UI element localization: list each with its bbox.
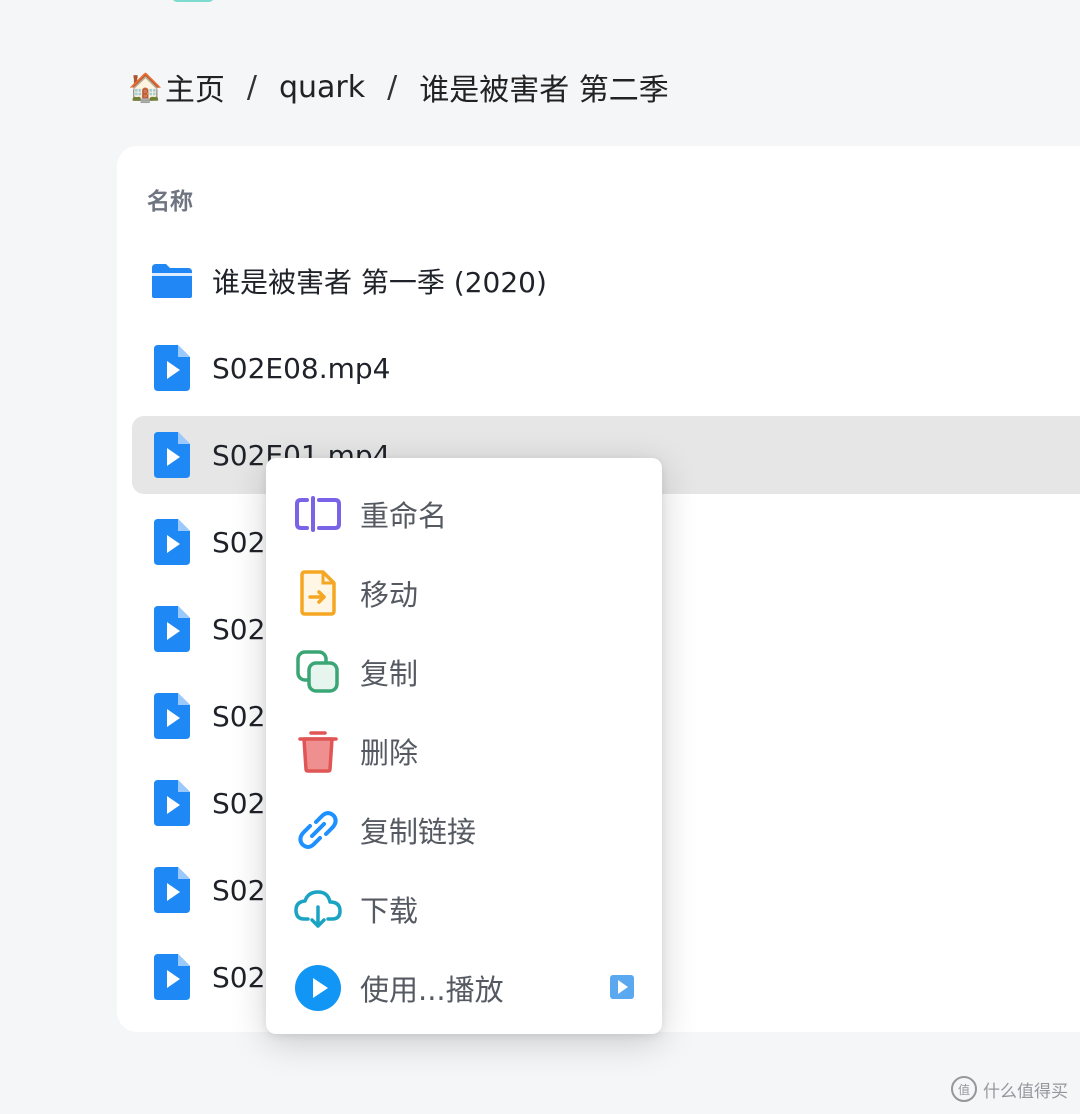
menu-item-delete[interactable]: 删除 [266, 711, 662, 790]
cloud-download-icon [294, 885, 342, 933]
file-name: S02E08.mp4 [212, 351, 391, 385]
copy-icon [294, 648, 342, 696]
video-file-icon [150, 345, 194, 391]
folder-icon [150, 259, 194, 303]
menu-item-rename[interactable]: 重命名 [266, 474, 662, 553]
video-file-icon [150, 780, 194, 826]
folder-row[interactable]: 谁是被害者 第一季 (2020) [132, 242, 1080, 320]
video-file-icon [150, 867, 194, 913]
trash-icon [294, 727, 342, 775]
menu-item-play-with[interactable]: 使用...播放 [266, 948, 662, 1027]
menu-item-label: 下载 [360, 893, 419, 928]
play-circle-icon [294, 964, 342, 1012]
home-icon[interactable]: 🏠 [128, 71, 163, 104]
move-icon [294, 569, 342, 617]
video-file-icon [150, 432, 194, 478]
context-menu: 重命名 移动 复制 删除 复制链接 下载 使用...播放 [266, 458, 662, 1034]
link-icon [294, 806, 342, 854]
video-file-icon [150, 606, 194, 652]
breadcrumb-quark[interactable]: quark [279, 70, 365, 105]
video-file-icon [150, 519, 194, 565]
app-logo [132, 0, 216, 4]
menu-item-download[interactable]: 下载 [266, 869, 662, 948]
zhi-icon: 值 [951, 1076, 977, 1102]
file-row[interactable]: S02E08.mp4 [132, 329, 1080, 407]
breadcrumb-separator: / [387, 69, 398, 105]
menu-item-label: 复制链接 [360, 814, 477, 849]
rename-icon [294, 490, 342, 538]
breadcrumb-separator: / [246, 69, 257, 105]
breadcrumb: 🏠 主页 / quark / 谁是被害者 第二季 [128, 62, 669, 112]
menu-item-copy-link[interactable]: 复制链接 [266, 790, 662, 869]
menu-item-label: 使用...播放 [360, 972, 504, 1007]
menu-item-label: 重命名 [360, 498, 448, 533]
column-header-name[interactable]: 名称 [147, 182, 193, 216]
menu-item-label: 移动 [360, 577, 419, 612]
watermark-text: 什么值得买 [983, 1081, 1068, 1102]
file-name: 谁是被害者 第一季 (2020) [212, 266, 547, 299]
video-file-icon [150, 693, 194, 739]
video-file-icon [150, 954, 194, 1000]
menu-item-label: 删除 [360, 735, 419, 770]
breadcrumb-current[interactable]: 谁是被害者 第二季 [419, 65, 669, 109]
menu-item-move[interactable]: 移动 [266, 553, 662, 632]
menu-item-copy[interactable]: 复制 [266, 632, 662, 711]
submenu-play-icon[interactable] [610, 975, 634, 999]
breadcrumb-home[interactable]: 主页 [165, 65, 225, 109]
menu-item-label: 复制 [360, 656, 419, 691]
watermark: 值 什么值得买 [951, 1076, 1068, 1102]
